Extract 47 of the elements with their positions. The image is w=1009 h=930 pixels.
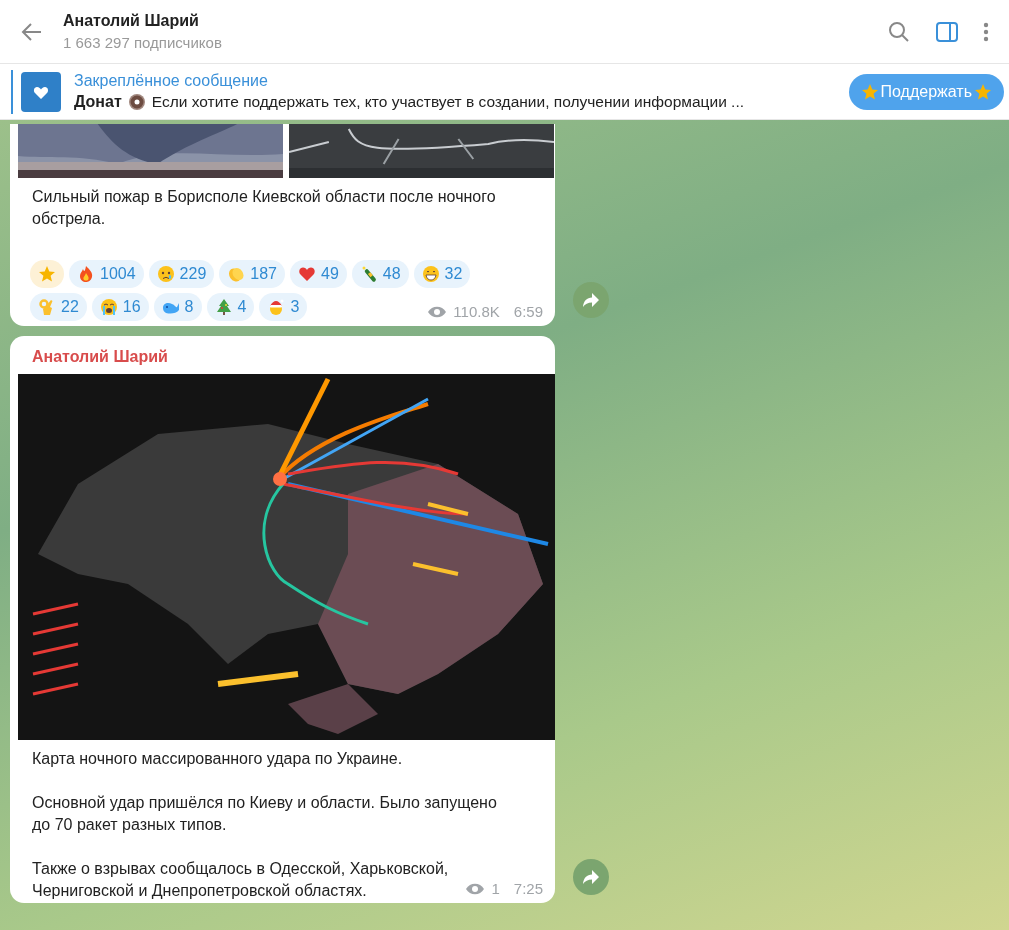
reaction-button[interactable] <box>30 260 64 288</box>
pinned-text: Если хотите поддержать тех, кто участвует в создании, получении информации ... <box>151 93 745 111</box>
crying-icon <box>99 298 118 316</box>
star-icon <box>860 82 879 101</box>
reaction-button[interactable]: 3 <box>259 293 308 321</box>
forward-button[interactable] <box>573 859 609 895</box>
reaction-button[interactable]: 229 <box>148 260 215 288</box>
message-time: 6:59 <box>513 303 543 320</box>
subscriber-count: 1 663 297 подписчиков <box>63 34 223 51</box>
eye-icon <box>427 304 448 319</box>
donut-icon <box>127 93 146 111</box>
reaction-button[interactable]: 16 <box>91 293 149 321</box>
search-icon[interactable] <box>887 19 911 44</box>
channel-title: Анатолий Шарий <box>63 12 200 30</box>
eye-icon <box>465 881 486 896</box>
sad-icon <box>156 265 175 283</box>
reaction-button[interactable]: 4 <box>206 293 255 321</box>
reaction-button[interactable]: 8 <box>153 293 202 321</box>
view-count: 110.8K <box>453 303 500 320</box>
heart-icon <box>298 265 316 283</box>
message-time: 7:25 <box>513 880 543 897</box>
view-count: 1 <box>491 880 500 897</box>
message-text: Карта ночного массированного удара по Украине. <box>32 749 403 769</box>
star-icon <box>38 265 56 283</box>
pinned-title: Закреплённое сообщение <box>74 72 269 90</box>
tree-icon <box>214 298 233 316</box>
reaction-button[interactable]: 22 <box>30 293 87 321</box>
grin-icon <box>421 265 440 283</box>
share-arrow-icon <box>582 292 600 308</box>
reaction-button[interactable]: 1004 <box>69 260 144 288</box>
reaction-button[interactable]: 49 <box>290 260 347 288</box>
reaction-button[interactable]: 187 <box>219 260 285 288</box>
share-arrow-icon <box>582 869 600 885</box>
reaction-button[interactable]: 48 <box>351 260 409 288</box>
pinned-sender: Донат <box>74 93 122 111</box>
message-text: Сильный пожар в Борисполе Киевской области после ночного обстрела. <box>32 187 497 229</box>
forward-button[interactable] <box>573 282 609 318</box>
message-text: Основной удар пришёлся по Киеву и области. Было запущено до 70 ракет разных типов. <box>32 793 498 835</box>
support-button[interactable]: Поддержать <box>848 73 1004 110</box>
reaction-button[interactable]: 32 <box>413 260 471 288</box>
star-icon <box>974 82 992 101</box>
message-author: Анатолий Шарий <box>31 347 169 367</box>
santa-icon <box>267 298 286 316</box>
sidebar-toggle-icon[interactable] <box>935 19 959 44</box>
fire-icon <box>77 265 95 283</box>
back-arrow-icon[interactable] <box>21 20 43 43</box>
message-text: Также о взрывах сообщалось в Одесской, Харьковской, Черниговской и Днепропетровской областях. <box>32 859 450 901</box>
